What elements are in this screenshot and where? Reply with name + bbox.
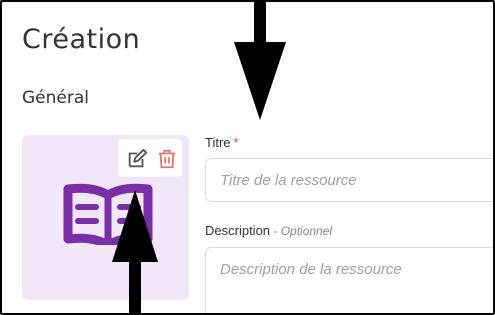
annotation-arrow-up — [112, 190, 158, 313]
edit-icon[interactable] — [126, 148, 148, 170]
delete-icon[interactable] — [156, 148, 178, 170]
annotation-arrow-down — [234, 2, 286, 120]
image-actions — [118, 139, 182, 177]
title-label-text: Titre — [205, 135, 231, 150]
resource-image[interactable] — [22, 135, 189, 300]
description-placeholder: Description de la ressource — [220, 261, 402, 278]
title-input[interactable]: Titre de la ressource — [205, 158, 493, 202]
description-label-text: Description — [205, 223, 271, 238]
title-label: Titre * — [205, 135, 239, 150]
description-label: Description - Optionnel — [205, 223, 332, 238]
optional-label: Optionnel — [280, 224, 333, 238]
description-input[interactable]: Description de la ressource — [205, 247, 493, 313]
required-asterisk: * — [233, 135, 239, 150]
creation-panel: Création Général Titre * Titre de la res… — [0, 0, 495, 315]
page-title: Création — [22, 24, 141, 55]
title-placeholder: Titre de la ressource — [220, 172, 357, 189]
section-title: Général — [22, 88, 89, 108]
optional-separator: - — [270, 224, 281, 238]
